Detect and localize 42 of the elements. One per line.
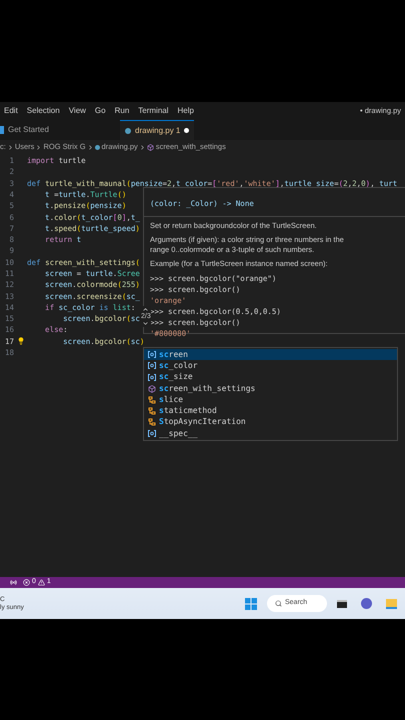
folder-icon[interactable] [386,598,397,608]
class-icon [148,396,156,404]
chevron-right-icon [86,144,94,150]
windows-icon[interactable] [245,598,257,610]
suggestion-item[interactable]: __spec__ [144,428,397,440]
cube-icon [146,144,154,150]
suggestion-item[interactable]: sc_size [144,372,397,383]
python-file-icon [125,128,131,134]
variable-icon [148,351,156,358]
menu-item[interactable]: Run [114,105,130,117]
editor-tab[interactable]: Get Started [0,120,120,140]
chevron-down-icon[interactable] [142,320,150,327]
chevron-right-icon [35,144,42,150]
variable-icon [148,430,156,438]
menu-item[interactable]: Go [94,105,106,117]
menu-item[interactable]: View [68,105,86,117]
warning-icon[interactable] [38,579,45,586]
suggestion-item[interactable]: sc reen [144,349,397,360]
class-icon [148,418,156,426]
suggestion-item[interactable]: sc_color [144,360,397,372]
menu-item[interactable]: Help [178,105,194,117]
class-icon [148,407,156,416]
lightbulb-icon[interactable] [16,337,24,346]
suggestion-item[interactable]: slice [144,394,397,406]
broadcast-icon[interactable] [10,579,17,586]
cube-icon [148,384,156,393]
suggestion-item[interactable]: StopAsyncIteration [144,416,397,428]
python-file-icon [94,144,100,150]
menu-item[interactable]: Edit [4,105,18,117]
suggestion-item[interactable]: staticmethod [144,405,397,417]
menu-item[interactable]: Selection [26,105,60,117]
variable-icon [148,374,156,381]
search-icon [275,600,282,607]
suggestion-item[interactable]: sc reen_with_settings [144,382,397,394]
app-icon[interactable] [337,600,347,608]
variable-icon [148,362,156,370]
chevron-right-icon [6,144,14,150]
menu-item[interactable]: Terminal [138,105,169,117]
editor-tab[interactable]: drawing.py 1 [120,120,194,140]
chevron-right-icon [138,144,146,150]
chevron-up-icon[interactable] [142,306,150,313]
error-icon[interactable] [23,579,30,586]
